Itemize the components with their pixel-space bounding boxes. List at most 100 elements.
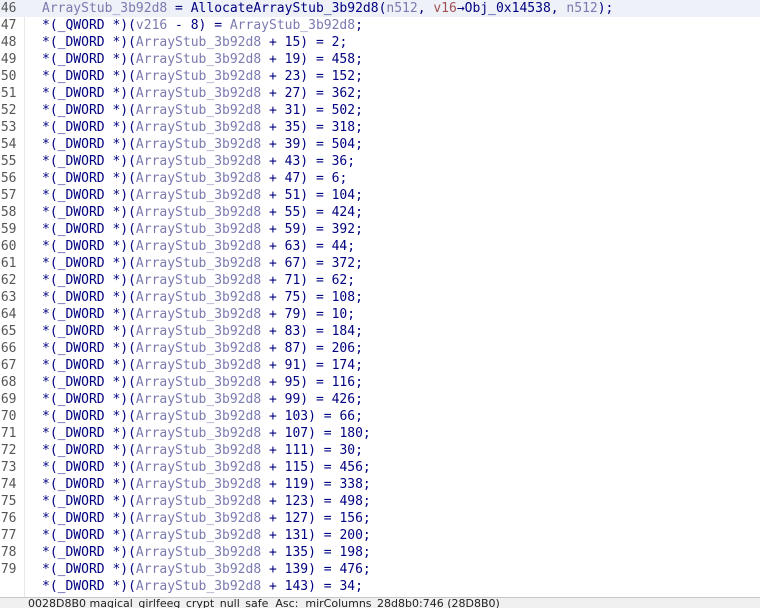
value-token[interactable]: 338 — [339, 477, 362, 492]
value-token[interactable]: 62 — [332, 273, 348, 288]
code-line[interactable]: 754 *(_DWORD *)(ArrayStub_3b92d8 + 39) = … — [0, 136, 760, 153]
function-token[interactable]: AllocateArrayStub_3b92d8 — [191, 1, 379, 16]
variable-token[interactable]: ArrayStub_3b92d8 — [136, 358, 261, 373]
code-text[interactable]: *(_DWORD *)(ArrayStub_3b92d8 + 87) = 206… — [42, 340, 363, 357]
offset-token[interactable]: 39 — [285, 137, 301, 152]
code-line-highlighted[interactable]: 746 ArrayStub_3b92d8 = AllocateArrayStub… — [0, 0, 760, 17]
code-text[interactable]: *(_DWORD *)(ArrayStub_3b92d8 + 119) = 33… — [42, 476, 371, 493]
variable-token[interactable]: ArrayStub_3b92d8 — [136, 392, 261, 407]
code-line[interactable]: 758 *(_DWORD *)(ArrayStub_3b92d8 + 55) = … — [0, 204, 760, 221]
code-line[interactable]: 775 *(_DWORD *)(ArrayStub_3b92d8 + 123) =… — [0, 493, 760, 510]
value-token[interactable]: 152 — [332, 69, 355, 84]
variable-token[interactable]: ArrayStub_3b92d8 — [136, 545, 261, 560]
offset-token[interactable]: 87 — [285, 341, 301, 356]
offset-token[interactable]: 123 — [285, 494, 308, 509]
variable-token[interactable]: ArrayStub_3b92d8 — [136, 137, 261, 152]
code-line[interactable]: 750 *(_DWORD *)(ArrayStub_3b92d8 + 23) = … — [0, 68, 760, 85]
variable-token[interactable]: ArrayStub_3b92d8 — [136, 205, 261, 220]
code-text[interactable]: *(_DWORD *)(ArrayStub_3b92d8 + 127) = 15… — [42, 510, 371, 527]
value-token[interactable]: 156 — [339, 511, 362, 526]
offset-token[interactable]: 135 — [285, 545, 308, 560]
value-token[interactable]: 184 — [332, 324, 355, 339]
variable-token[interactable]: ArrayStub_3b92d8 — [42, 1, 167, 16]
code-text[interactable]: *(_DWORD *)(ArrayStub_3b92d8 + 59) = 392… — [42, 221, 363, 238]
code-text[interactable]: *(_QWORD *)(v216 - 8) = ArrayStub_3b92d8… — [42, 17, 363, 34]
value-token[interactable]: 116 — [332, 375, 355, 390]
variable-token[interactable]: ArrayStub_3b92d8 — [136, 562, 261, 577]
code-line[interactable]: 761 *(_DWORD *)(ArrayStub_3b92d8 + 67) = … — [0, 255, 760, 272]
code-lines[interactable]: 746 ArrayStub_3b92d8 = AllocateArrayStub… — [0, 0, 760, 595]
code-line[interactable]: 772 *(_DWORD *)(ArrayStub_3b92d8 + 111) =… — [0, 442, 760, 459]
variable-token[interactable]: ArrayStub_3b92d8 — [136, 239, 261, 254]
value-token[interactable]: 200 — [339, 528, 362, 543]
variable-token[interactable]: ArrayStub_3b92d8 — [136, 273, 261, 288]
variable-token[interactable]: ArrayStub_3b92d8 — [136, 86, 261, 101]
variable-token[interactable]: v216 — [136, 18, 167, 33]
offset-token[interactable]: 95 — [285, 375, 301, 390]
code-text[interactable]: *(_DWORD *)(ArrayStub_3b92d8 + 47) = 6; — [42, 170, 347, 187]
code-line[interactable]: 752 *(_DWORD *)(ArrayStub_3b92d8 + 31) = … — [0, 102, 760, 119]
offset-token[interactable]: 23 — [285, 69, 301, 84]
code-line[interactable]: 764 *(_DWORD *)(ArrayStub_3b92d8 + 79) = … — [0, 306, 760, 323]
offset-token[interactable]: 35 — [285, 120, 301, 135]
value-token[interactable]: 206 — [332, 341, 355, 356]
code-line[interactable]: 756 *(_DWORD *)(ArrayStub_3b92d8 + 47) = … — [0, 170, 760, 187]
offset-token[interactable]: 43 — [285, 154, 301, 169]
code-line[interactable]: 748 *(_DWORD *)(ArrayStub_3b92d8 + 15) = … — [0, 34, 760, 51]
code-line[interactable]: 774 *(_DWORD *)(ArrayStub_3b92d8 + 119) =… — [0, 476, 760, 493]
variable-token[interactable]: ArrayStub_3b92d8 — [136, 409, 261, 424]
variable-token[interactable]: ArrayStub_3b92d8 — [136, 511, 261, 526]
code-text[interactable]: *(_DWORD *)(ArrayStub_3b92d8 + 139) = 47… — [42, 561, 371, 578]
code-text[interactable]: *(_DWORD *)(ArrayStub_3b92d8 + 91) = 174… — [42, 357, 363, 374]
offset-token[interactable]: 75 — [285, 290, 301, 305]
value-token[interactable]: 498 — [339, 494, 362, 509]
value-token[interactable]: 502 — [332, 103, 355, 118]
value-token[interactable]: 372 — [332, 256, 355, 271]
value-token[interactable]: 104 — [332, 188, 355, 203]
code-text[interactable]: *(_DWORD *)(ArrayStub_3b92d8 + 51) = 104… — [42, 187, 363, 204]
variable-token[interactable]: ArrayStub_3b92d8 — [136, 171, 261, 186]
value-token[interactable]: 362 — [332, 86, 355, 101]
offset-token[interactable]: 71 — [285, 273, 301, 288]
value-token[interactable]: 504 — [332, 137, 355, 152]
value-token[interactable]: 34 — [339, 579, 355, 594]
variable-token[interactable]: ArrayStub_3b92d8 — [136, 426, 261, 441]
offset-token[interactable]: 91 — [285, 358, 301, 373]
code-text[interactable]: *(_DWORD *)(ArrayStub_3b92d8 + 75) = 108… — [42, 289, 363, 306]
offset-token[interactable]: 59 — [285, 222, 301, 237]
code-line[interactable]: 757 *(_DWORD *)(ArrayStub_3b92d8 + 51) = … — [0, 187, 760, 204]
variable-token[interactable]: ArrayStub_3b92d8 — [136, 154, 261, 169]
code-text[interactable]: *(_DWORD *)(ArrayStub_3b92d8 + 83) = 184… — [42, 323, 363, 340]
code-text[interactable]: *(_DWORD *)(ArrayStub_3b92d8 + 95) = 116… — [42, 374, 363, 391]
offset-token[interactable]: 115 — [285, 460, 308, 475]
offset-token[interactable]: 103 — [285, 409, 308, 424]
code-text[interactable]: *(_DWORD *)(ArrayStub_3b92d8 + 31) = 502… — [42, 102, 363, 119]
variable-token[interactable]: ArrayStub_3b92d8 — [136, 103, 261, 118]
offset-token[interactable]: 107 — [285, 426, 308, 441]
value-token[interactable]: 180 — [339, 426, 362, 441]
code-text[interactable]: *(_DWORD *)(ArrayStub_3b92d8 + 15) = 2; — [42, 34, 347, 51]
code-line[interactable]: 765 *(_DWORD *)(ArrayStub_3b92d8 + 83) = … — [0, 323, 760, 340]
variable-token[interactable]: ArrayStub_3b92d8 — [230, 18, 355, 33]
code-line[interactable]: 749 *(_DWORD *)(ArrayStub_3b92d8 + 19) = … — [0, 51, 760, 68]
code-line[interactable]: 766 *(_DWORD *)(ArrayStub_3b92d8 + 87) = … — [0, 340, 760, 357]
value-token[interactable]: 66 — [339, 409, 355, 424]
code-text[interactable]: *(_DWORD *)(ArrayStub_3b92d8 + 103) = 66… — [42, 408, 363, 425]
code-line[interactable]: 779 *(_DWORD *)(ArrayStub_3b92d8 + 139) =… — [0, 561, 760, 578]
variable-token[interactable]: ArrayStub_3b92d8 — [136, 324, 261, 339]
code-text[interactable]: *(_DWORD *)(ArrayStub_3b92d8 + 79) = 10; — [42, 306, 355, 323]
argument-token[interactable]: n512 — [386, 1, 417, 16]
variable-token[interactable]: ArrayStub_3b92d8 — [136, 460, 261, 475]
code-text[interactable]: *(_DWORD *)(ArrayStub_3b92d8 + 19) = 458… — [42, 51, 363, 68]
code-line[interactable]: 763 *(_DWORD *)(ArrayStub_3b92d8 + 75) = … — [0, 289, 760, 306]
code-text[interactable]: *(_DWORD *)(ArrayStub_3b92d8 + 63) = 44; — [42, 238, 355, 255]
code-text[interactable]: *(_DWORD *)(ArrayStub_3b92d8 + 135) = 19… — [42, 544, 371, 561]
code-line[interactable]: 753 *(_DWORD *)(ArrayStub_3b92d8 + 35) = … — [0, 119, 760, 136]
code-line[interactable]: 769 *(_DWORD *)(ArrayStub_3b92d8 + 99) = … — [0, 391, 760, 408]
code-line[interactable]: 747 *(_QWORD *)(v216 - 8) = ArrayStub_3b… — [0, 17, 760, 34]
code-line[interactable]: 773 *(_DWORD *)(ArrayStub_3b92d8 + 115) =… — [0, 459, 760, 476]
offset-token[interactable]: 27 — [285, 86, 301, 101]
offset-token[interactable]: 47 — [285, 171, 301, 186]
code-text[interactable]: ArrayStub_3b92d8 = AllocateArrayStub_3b9… — [42, 0, 613, 17]
offset-token[interactable]: 79 — [285, 307, 301, 322]
